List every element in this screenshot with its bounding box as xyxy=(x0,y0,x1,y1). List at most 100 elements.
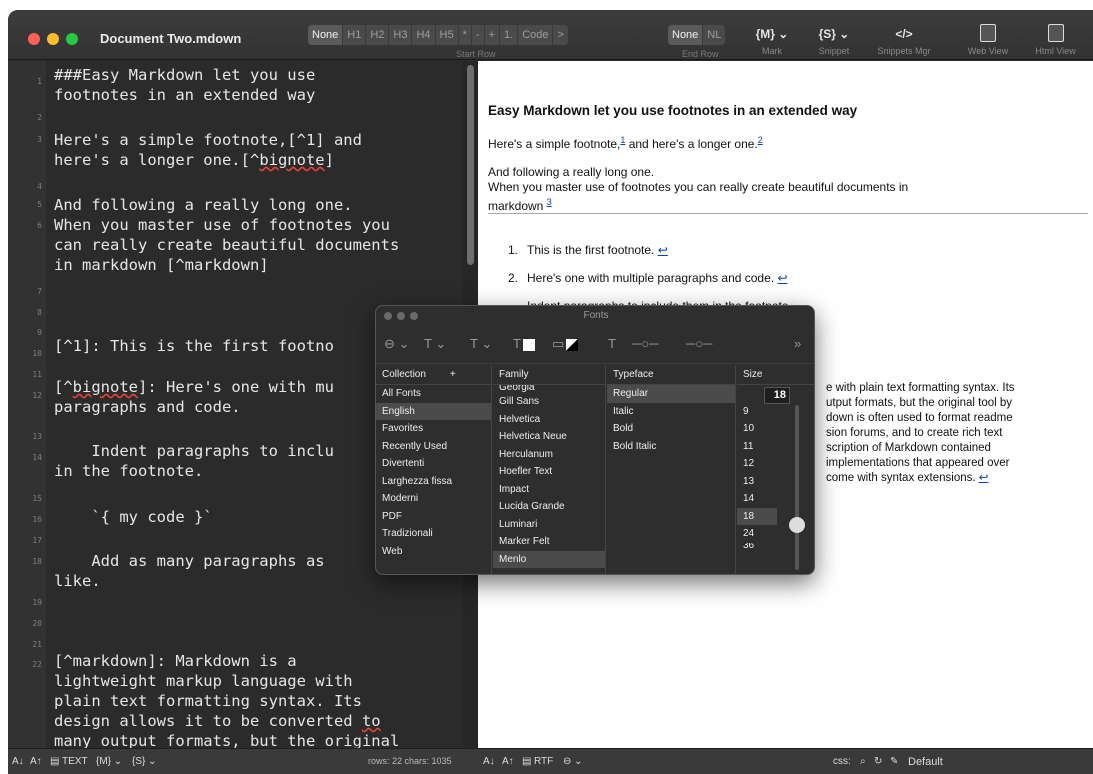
start-row-h1[interactable]: H1 xyxy=(343,25,367,45)
family-item[interactable]: Gill Sans xyxy=(493,393,605,411)
collection-item[interactable]: Divertenti xyxy=(376,455,491,473)
collection-item[interactable]: All Fonts xyxy=(376,385,491,403)
family-item[interactable]: Helvetica xyxy=(493,411,605,429)
end-row-none[interactable]: None xyxy=(668,25,704,45)
family-item[interactable]: Hoefler Text xyxy=(493,463,605,481)
sort-asc-icon[interactable]: A↓ xyxy=(483,756,495,767)
collection-item[interactable]: Tradizionali xyxy=(376,525,491,543)
start-row-plus[interactable]: + xyxy=(485,25,500,45)
start-row-code[interactable]: Code xyxy=(518,25,554,45)
shadow-blur-slider[interactable]: ─○─ xyxy=(686,336,712,351)
collection-item[interactable]: Larghezza fissa xyxy=(376,473,491,491)
size-item[interactable]: 24 xyxy=(737,525,777,543)
css-label: css: xyxy=(833,756,851,767)
size-item[interactable]: 13 xyxy=(737,473,777,491)
text-mode-label[interactable]: TEXT xyxy=(62,756,88,767)
web-view-button[interactable]: Web View xyxy=(963,24,1013,56)
code-text: design allows it to be converted xyxy=(54,712,362,730)
text-shadow-icon[interactable]: T xyxy=(608,336,616,351)
mark-dropdown[interactable]: {M} ⌄ xyxy=(96,756,122,767)
backlink-icon[interactable]: ↩ xyxy=(777,271,787,285)
collection-item[interactable]: English xyxy=(376,402,491,420)
size-item[interactable]: 14 xyxy=(737,490,777,508)
text-underline-icon[interactable]: T ⌄ xyxy=(424,336,446,352)
size-slider-knob[interactable] xyxy=(789,517,805,533)
more-options-icon[interactable]: » xyxy=(794,336,801,351)
document-color-icon[interactable]: ▭ xyxy=(552,336,579,352)
text-strikethrough-icon[interactable]: T ⌄ xyxy=(470,336,492,352)
size-item[interactable]: 11 xyxy=(737,438,777,456)
start-row-asterisk[interactable]: * xyxy=(459,25,472,45)
snippet-button[interactable]: {S} ⌄ Snippet xyxy=(808,24,860,56)
snippet-dropdown[interactable]: {S} ⌄ xyxy=(132,756,157,767)
document-icon[interactable]: ▤ xyxy=(50,756,59,767)
css-theme-value[interactable]: Default xyxy=(908,756,943,768)
action-menu-icon[interactable]: ⊖ ⌄ xyxy=(384,336,409,352)
document-icon[interactable]: ▤ xyxy=(522,756,531,767)
start-row-dash[interactable]: - xyxy=(472,25,485,45)
sort-asc-icon[interactable]: A↓ xyxy=(12,756,24,767)
footnote-text: come with syntax extensions. xyxy=(826,472,976,484)
status-bar: A↓ A↑ ▤ TEXT {M} ⌄ {S} ⌄ rows: 22 chars:… xyxy=(8,748,1093,774)
minimize-window-button[interactable] xyxy=(47,33,59,45)
size-item[interactable]: 18 xyxy=(737,507,777,525)
add-collection-icon[interactable]: + xyxy=(450,369,456,380)
typeface-item[interactable]: Regular xyxy=(607,385,735,403)
backlink-icon[interactable]: ↩ xyxy=(658,243,668,257)
typeface-item[interactable]: Bold xyxy=(607,420,735,438)
search-icon[interactable]: ⌕ xyxy=(860,756,866,767)
size-header: Size xyxy=(737,365,814,385)
refresh-icon[interactable]: ↻ xyxy=(874,756,882,767)
collection-item[interactable]: PDF xyxy=(376,508,491,526)
start-row-h2[interactable]: H2 xyxy=(366,25,390,45)
collection-item[interactable]: Favorites xyxy=(376,420,491,438)
start-row-h5[interactable]: H5 xyxy=(436,25,459,45)
start-row-quote[interactable]: > xyxy=(553,25,567,45)
code-text: [^ xyxy=(54,378,73,396)
collection-item[interactable]: Recently Used xyxy=(376,438,491,456)
family-item[interactable]: Menlo xyxy=(493,550,605,568)
start-row-h3[interactable]: H3 xyxy=(389,25,413,45)
start-row-h4[interactable]: H4 xyxy=(412,25,436,45)
snippets-manager-caption: Snippets Mgr xyxy=(877,46,931,56)
family-item[interactable]: Georgia xyxy=(493,385,605,393)
snippets-manager-button[interactable]: </> Snippets Mgr xyxy=(870,24,938,56)
collection-item[interactable]: Moderni xyxy=(376,490,491,508)
mark-button[interactable]: {M} ⌄ Mark xyxy=(746,24,798,56)
family-item[interactable]: Impact xyxy=(493,481,605,499)
family-item[interactable]: Lucida Grande xyxy=(493,498,605,516)
text-color-icon[interactable]: T xyxy=(513,336,535,351)
start-row-none[interactable]: None xyxy=(308,25,344,45)
html-view-button[interactable]: Html View xyxy=(1028,24,1083,56)
end-row-nl[interactable]: NL xyxy=(703,25,725,45)
backlink-icon[interactable]: ↩ xyxy=(979,472,989,484)
size-item[interactable]: 10 xyxy=(737,420,777,438)
size-item[interactable]: 9 xyxy=(737,403,777,421)
size-slider-track[interactable] xyxy=(795,405,799,570)
family-item[interactable]: Helvetica Neue xyxy=(493,428,605,446)
close-window-button[interactable] xyxy=(28,33,40,45)
fonts-panel-titlebar[interactable]: Fonts xyxy=(376,306,814,326)
rtf-label[interactable]: RTF xyxy=(534,756,553,767)
start-row-numbered[interactable]: 1. xyxy=(500,25,519,45)
zoom-window-button[interactable] xyxy=(66,33,78,45)
sort-desc-icon[interactable]: A↑ xyxy=(502,756,514,767)
family-item[interactable]: Luminari xyxy=(493,516,605,534)
typeface-item[interactable]: Bold Italic xyxy=(607,438,735,456)
editor-scrollbar-thumb[interactable] xyxy=(467,65,474,265)
family-item[interactable]: Marker Felt xyxy=(493,533,605,551)
footnote-ref-2[interactable]: 2 xyxy=(758,135,763,145)
typeface-item[interactable]: Italic xyxy=(607,403,735,421)
settings-dropdown-icon[interactable]: ⊖ ⌄ xyxy=(563,756,583,767)
collection-item[interactable]: Web xyxy=(376,543,491,561)
shadow-opacity-slider[interactable]: ─○─ xyxy=(632,336,658,351)
edit-icon[interactable]: ✎ xyxy=(890,756,898,767)
sort-desc-icon[interactable]: A↑ xyxy=(30,756,42,767)
size-item[interactable]: 12 xyxy=(737,455,777,473)
line-number: 8 xyxy=(37,308,42,317)
footnote-ref-3[interactable]: 3 xyxy=(547,197,552,207)
family-item[interactable]: Herculanum xyxy=(493,446,605,464)
size-input[interactable]: 18 xyxy=(764,387,790,404)
end-row-segmented-control: None NL xyxy=(668,25,726,45)
size-item[interactable]: 36 xyxy=(737,543,777,551)
